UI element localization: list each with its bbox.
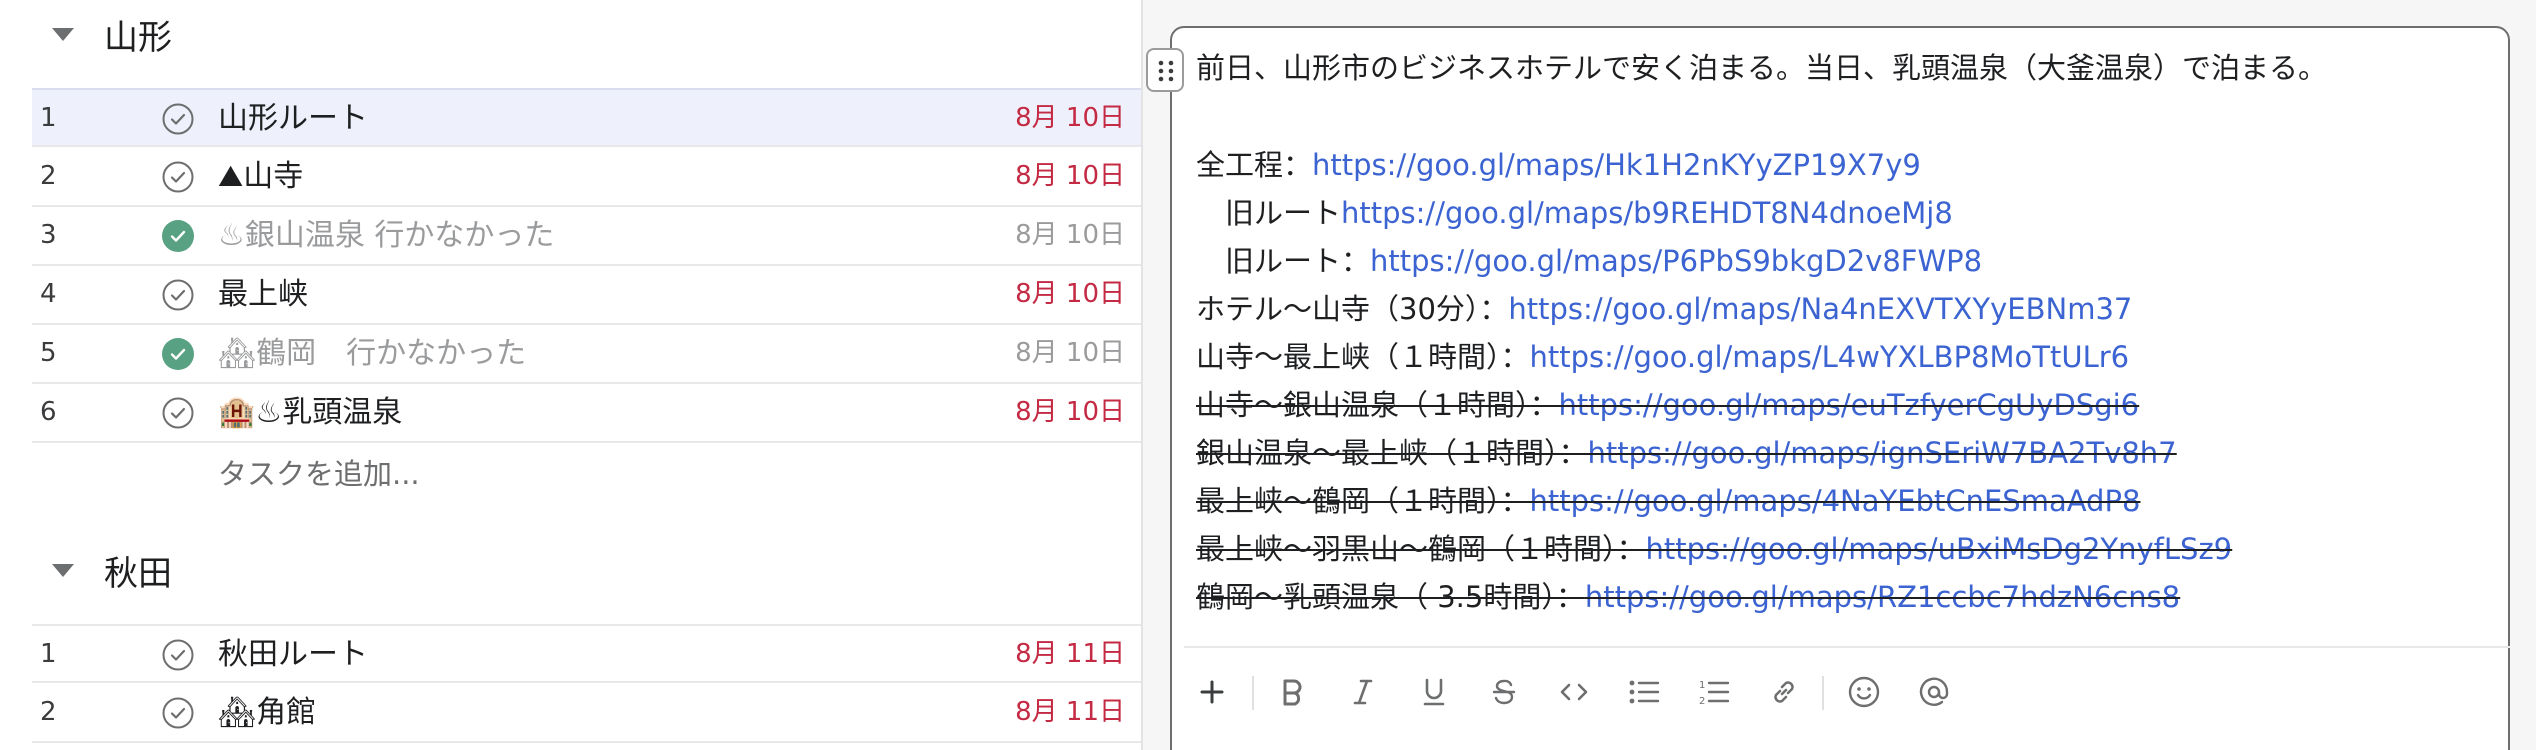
task-due-date[interactable]: 8月 10日 <box>1015 384 1125 441</box>
map-link[interactable]: https://goo.gl/maps/Na4nEXVTXYyEBNm37 <box>1508 292 2132 326</box>
note-line-struck: 最上峡〜羽黒山〜鶴岡（１時間）：https://goo.gl/maps/uBxi… <box>1196 525 2232 573</box>
note-label: 最上峡〜羽黒山〜鶴岡（１時間）： <box>1196 532 1646 566</box>
emoji-icon[interactable] <box>1842 670 1886 714</box>
complete-check-icon[interactable] <box>162 397 194 429</box>
section-header-akita[interactable]: 秋田 <box>0 540 1141 600</box>
note-line-struck: 最上峡〜鶴岡（１時間）：https://goo.gl/maps/4NaYEbtC… <box>1196 477 2140 525</box>
svg-text:1: 1 <box>1699 680 1705 691</box>
note-label: 山寺〜銀山温泉（１時間）： <box>1196 388 1559 422</box>
note-label: 旧ルート <box>1196 196 1342 230</box>
task-row[interactable]: 1 山形ルート 8月 10日 <box>32 88 1141 147</box>
section-header-yamagata[interactable]: 山形 <box>0 4 1141 64</box>
task-due-date[interactable]: 8月 11日 <box>1015 684 1125 741</box>
complete-check-icon[interactable] <box>162 161 194 193</box>
note-line-struck: 銀山温泉〜最上峡（１時間）：https://goo.gl/maps/ignSEr… <box>1196 429 2177 477</box>
map-link[interactable]: https://goo.gl/maps/L4wYXLBP8MoTtULr6 <box>1530 340 2130 374</box>
underline-icon[interactable] <box>1412 670 1456 714</box>
note-label: ホテル〜山寺（30分）： <box>1196 292 1509 326</box>
task-due-date[interactable]: 8月 10日 <box>1015 266 1125 323</box>
section-title: 山形 <box>104 17 172 58</box>
note-label: 旧ルート： <box>1196 244 1371 278</box>
caret-down-icon[interactable] <box>52 563 74 577</box>
note-label: 最上峡〜鶴岡（１時間）： <box>1196 484 1530 518</box>
map-link[interactable]: https://goo.gl/maps/ignSEriW7BA2Tv8h7 <box>1588 436 2177 470</box>
task-name[interactable]: 🏨♨乳頭温泉 <box>218 384 402 441</box>
task-number: 2 <box>40 161 57 191</box>
toolbar-separator <box>1822 676 1824 710</box>
svg-text:2: 2 <box>1699 696 1705 707</box>
task-list-pane: 山形 1 山形ルート 8月 10日 2 ⛰山寺 8月 10日 3 ♨銀山温泉 行… <box>0 0 1141 750</box>
task-due-date[interactable]: 8月 10日 <box>1015 90 1125 147</box>
note-line: 旧ルート：https://goo.gl/maps/P6PbS9bkgD2v8FW… <box>1196 237 1982 285</box>
task-name[interactable]: ⛰山寺 <box>218 148 303 205</box>
task-number: 4 <box>40 279 57 309</box>
add-task-button[interactable]: タスクを追加... <box>218 446 420 503</box>
note-intro: 前日、山形市のビジネスホテルで安く泊まる。当日、乳頭温泉（大釜温泉）で泊まる。 <box>1196 51 2328 85</box>
complete-check-icon[interactable] <box>162 697 194 729</box>
task-due-date[interactable]: 8月 10日 <box>1015 325 1125 382</box>
map-link[interactable]: https://goo.gl/maps/Hk1H2nKYyZP19X7y9 <box>1312 148 1921 182</box>
task-name[interactable]: 🏘鶴岡 行かなかった <box>218 325 526 382</box>
complete-check-icon[interactable] <box>162 639 194 671</box>
note-label: 銀山温泉〜最上峡（１時間）： <box>1196 436 1588 470</box>
map-link[interactable]: https://goo.gl/maps/RZ1ccbc7hdzN6cns8 <box>1585 580 2180 614</box>
task-row[interactable]: 5 🏘鶴岡 行かなかった 8月 10日 <box>32 325 1141 384</box>
toolbar-separator <box>1252 676 1254 710</box>
task-number: 1 <box>40 639 57 669</box>
task-number: 2 <box>40 697 57 727</box>
note-label: 鶴岡〜乳頭温泉（ 3.5時間）： <box>1196 580 1585 614</box>
completed-check-icon[interactable] <box>162 338 194 370</box>
toolbar-divider <box>1184 646 2510 648</box>
task-number: 3 <box>40 220 57 250</box>
task-name[interactable]: 山形ルート <box>218 90 368 147</box>
bold-icon[interactable] <box>1270 670 1314 714</box>
complete-check-icon[interactable] <box>162 279 194 311</box>
task-number: 6 <box>40 397 57 427</box>
task-row[interactable]: 2 ⛰山寺 8月 10日 <box>32 148 1141 207</box>
note-line: ホテル〜山寺（30分）：https://goo.gl/maps/Na4nEXVT… <box>1196 285 2132 333</box>
task-number: 5 <box>40 338 57 368</box>
task-number: 1 <box>40 103 57 133</box>
complete-check-icon[interactable] <box>162 103 194 135</box>
task-due-date[interactable]: 8月 10日 <box>1015 148 1125 205</box>
map-link[interactable]: https://goo.gl/maps/P6PbS9bkgD2v8FWP8 <box>1370 244 1982 278</box>
task-name[interactable]: 🏘角館 <box>218 684 316 741</box>
section-title: 秋田 <box>104 553 172 594</box>
note-line: 山寺〜最上峡（１時間）：https://goo.gl/maps/L4wYXLBP… <box>1196 333 2129 381</box>
task-due-date[interactable]: 8月 10日 <box>1015 207 1125 264</box>
italic-icon[interactable] <box>1341 670 1385 714</box>
code-icon[interactable] <box>1552 670 1596 714</box>
note-label: 全工程： <box>1196 148 1313 182</box>
task-name[interactable]: 最上峡 <box>218 266 308 323</box>
task-row[interactable]: 2 🏘角館 8月 11日 <box>32 684 1141 743</box>
bullet-list-icon[interactable] <box>1622 670 1666 714</box>
task-row[interactable]: 3 ♨銀山温泉 行かなかった 8月 10日 <box>32 207 1141 266</box>
task-row[interactable]: 4 最上峡 8月 10日 <box>32 266 1141 325</box>
map-link[interactable]: https://goo.gl/maps/b9REHDT8N4dnoeMj8 <box>1341 196 1953 230</box>
mention-icon[interactable] <box>1912 670 1956 714</box>
numbered-list-icon[interactable]: 12 <box>1692 670 1736 714</box>
map-link[interactable]: https://goo.gl/maps/4NaYEbtCnESmaAdP8 <box>1530 484 2141 518</box>
strikethrough-icon[interactable] <box>1482 670 1526 714</box>
note-label: 山寺〜最上峡（１時間）： <box>1196 340 1530 374</box>
task-name[interactable]: 秋田ルート <box>218 626 368 683</box>
task-due-date[interactable]: 8月 11日 <box>1015 626 1125 683</box>
caret-down-icon[interactable] <box>52 27 74 41</box>
task-row[interactable]: 1 秋田ルート 8月 11日 <box>32 624 1141 683</box>
drag-handle-icon[interactable] <box>1146 48 1184 92</box>
note-line: 旧ルートhttps://goo.gl/maps/b9REHDT8N4dnoeMj… <box>1196 189 1953 237</box>
map-link[interactable]: https://goo.gl/maps/uBxiMsDg2YnyfLSz9 <box>1646 532 2233 566</box>
note-line-struck: 鶴岡〜乳頭温泉（ 3.5時間）：https://goo.gl/maps/RZ1c… <box>1196 573 2180 621</box>
plus-icon[interactable] <box>1190 670 1234 714</box>
map-link[interactable]: https://goo.gl/maps/euTzfyerCgUyDSgi6 <box>1559 388 2140 422</box>
completed-check-icon[interactable] <box>162 220 194 252</box>
task-row[interactable]: 6 🏨♨乳頭温泉 8月 10日 <box>32 384 1141 443</box>
note-line-struck: 山寺〜銀山温泉（１時間）：https://goo.gl/maps/euTzfye… <box>1196 381 2139 429</box>
link-icon[interactable] <box>1762 670 1806 714</box>
task-name[interactable]: ♨銀山温泉 行かなかった <box>218 207 554 264</box>
note-line: 全工程：https://goo.gl/maps/Hk1H2nKYyZP19X7y… <box>1196 141 1921 189</box>
